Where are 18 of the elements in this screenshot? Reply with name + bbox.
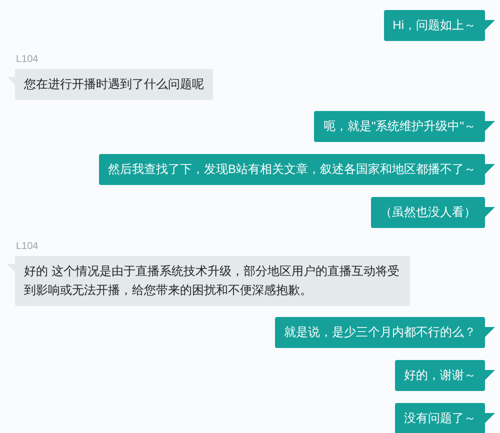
bubble-tail [485, 20, 495, 30]
chat-bubble: 就是说，是少三个月内都不行的么？ [275, 317, 485, 348]
chat-bubble: （虽然也没人看） [371, 197, 485, 228]
bubble-tail [485, 370, 495, 380]
bubble-tail [485, 327, 495, 337]
chat-bubble: 好的，谢谢～ [395, 360, 485, 391]
bubble-tail [485, 164, 495, 174]
chat-bubble: 您在进行开播时遇到了什么问题呢 [15, 69, 213, 100]
chat-bubble: Hi，问题如上～ [384, 10, 485, 41]
sender-name: L104 [16, 240, 40, 254]
sender-name: L104 [16, 53, 40, 67]
chat-bubble: 呃，就是"系统维护升级中"～ [314, 111, 485, 142]
bubble-tail [485, 121, 495, 131]
chat-bubble: 没有问题了～ [395, 403, 485, 433]
chat-bubble: 然后我查找了下，发现B站有相关文章，叙述各国家和地区都播不了～ [98, 154, 485, 185]
chat-bubble: 好的 这个情况是由于直播系统技术升级，部分地区用户的直播互动将受到影响或无法开播，给您带来的困扰和不便深感抱歉。 [15, 256, 410, 306]
bubble-tail [485, 207, 495, 217]
bubble-tail [485, 413, 495, 423]
